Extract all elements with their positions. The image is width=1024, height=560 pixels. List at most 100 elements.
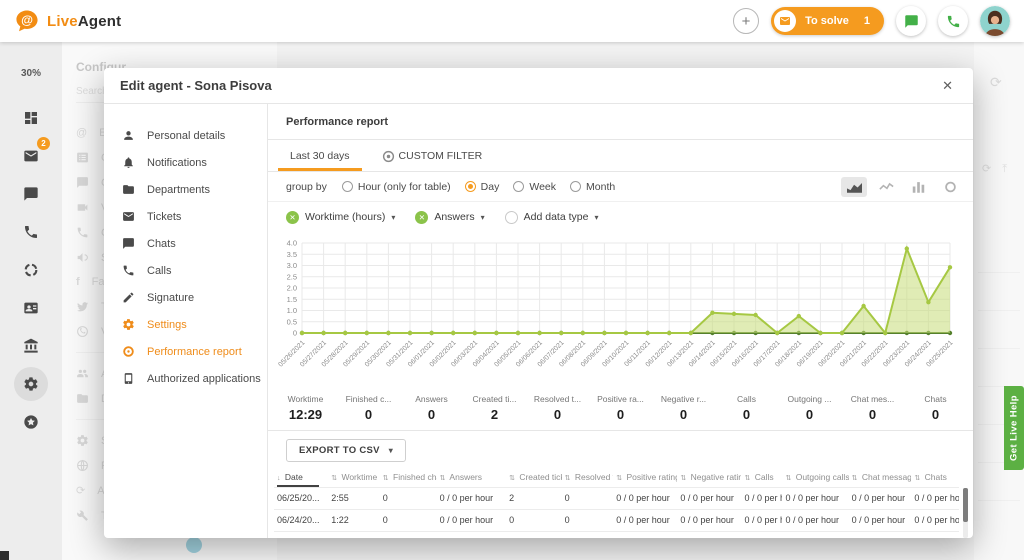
nav-item[interactable]: Signature — [104, 284, 267, 311]
chevron-down-icon[interactable]: ▾ — [391, 213, 395, 222]
table-cell: 0 / 0 per hour — [437, 488, 506, 509]
sidebar-item-gamification[interactable] — [14, 405, 48, 439]
radio-icon — [513, 181, 524, 192]
donut-chart-icon[interactable] — [937, 177, 963, 197]
liveagent-logo[interactable]: @ LiveAgent — [14, 8, 121, 34]
sidebar-item-billing[interactable] — [14, 329, 48, 363]
group-by-radio[interactable]: Day — [465, 181, 500, 193]
get-live-help-button[interactable]: Get Live Help — [1004, 386, 1024, 470]
sidebar-item-dashboard[interactable] — [14, 101, 48, 135]
table-column-header[interactable]: ⇅ ↓ Date — [274, 468, 328, 487]
remove-series-icon[interactable]: ✕ — [415, 211, 428, 224]
sidebar-item-calls[interactable] — [14, 215, 48, 249]
stat-item: Calls 0 — [715, 394, 778, 422]
table-cell: 2:55 — [328, 488, 380, 509]
svg-text:2.5: 2.5 — [287, 272, 297, 281]
table-cell: 0 — [380, 488, 437, 509]
table-cell: 0 — [562, 532, 614, 538]
stat-item: Negative r... 0 — [652, 394, 715, 422]
table-cell: 0 / 0 per hour — [911, 532, 959, 538]
table-column-header[interactable]: ⇅ ↓ Answers — [437, 468, 506, 487]
nav-item[interactable]: Calls — [104, 257, 267, 284]
table-cell: 0 / 0 per hour — [741, 510, 782, 531]
table-column-header[interactable]: ⇅ ↓ Worktime — [328, 468, 380, 487]
report-tab[interactable]: Last 30 days — [274, 140, 366, 171]
sort-icon: ⇅ — [914, 475, 920, 482]
svg-text:3.5: 3.5 — [287, 250, 297, 259]
table-column-header[interactable]: ⇅ ↓ Resolved ticke — [562, 468, 614, 487]
chevron-down-icon[interactable]: ▾ — [481, 213, 485, 222]
summary-stats-row: Worktime 12:29 Finished c... 0 Answers 0 — [268, 388, 973, 431]
nav-item[interactable]: Notifications — [104, 149, 267, 176]
sidebar-item-configuration[interactable] — [14, 367, 48, 401]
dashboard-grid-icon — [23, 110, 39, 126]
create-new-button[interactable]: + — [733, 8, 759, 34]
svg-text:@: @ — [21, 13, 33, 27]
series-chip[interactable]: ✕ Worktime (hours) ▾ — [286, 211, 395, 224]
chat-widget-corner — [0, 551, 9, 560]
table-scrollbar-thumb[interactable] — [963, 488, 968, 522]
phone-button[interactable] — [938, 6, 968, 36]
table-cell: 0 / 0 per hour — [741, 488, 782, 509]
phone-icon — [946, 14, 961, 29]
table-column-header[interactable]: ⇅ ↓ Finished chats — [380, 468, 437, 487]
sidebar-item-customers[interactable] — [14, 291, 48, 325]
stat-item: Positive ra... 0 — [589, 394, 652, 422]
nav-item[interactable]: Performance report — [104, 338, 267, 365]
nav-item[interactable]: Settings — [104, 311, 267, 338]
sort-icon: ⇅ — [440, 475, 446, 482]
table-header-row: ⇅ ↓ Date ⇅ ↓ Worktime ⇅ ↓ — [274, 468, 959, 487]
svg-text:0: 0 — [293, 329, 297, 338]
gauge-icon — [122, 345, 135, 358]
nav-item[interactable]: Tickets — [104, 203, 267, 230]
sort-icon: ⇅ — [680, 475, 686, 482]
group-by-radio[interactable]: Month — [570, 181, 615, 193]
group-by-radio[interactable]: Week — [513, 181, 556, 193]
table-cell: 0 / 0 per hour — [677, 488, 741, 509]
table-column-header[interactable]: ⇅ ↓ Created tickets — [506, 468, 562, 487]
nav-item[interactable]: Authorized applications — [104, 365, 267, 392]
nav-item[interactable]: Personal details — [104, 122, 267, 149]
sidebar-item-tickets[interactable]: 2 — [14, 139, 48, 173]
table-column-header[interactable]: ⇅ ↓ Negative rating — [677, 468, 741, 487]
chat-button[interactable] — [896, 6, 926, 36]
gear-icon — [23, 376, 39, 392]
series-chip[interactable]: ✕ Answers ▾ — [415, 211, 484, 224]
to-solve-count-badge: 1 — [858, 15, 870, 27]
export-to-csv-button[interactable]: EXPORT TO CSV ▾ — [286, 439, 406, 462]
remove-series-icon[interactable]: ✕ — [286, 211, 299, 224]
table-column-header[interactable]: ⇅ ↓ Chat message — [849, 468, 912, 487]
table-column-header[interactable]: ⇅ ↓ Chats — [911, 468, 959, 487]
table-cell: 0 — [562, 510, 614, 531]
to-solve-button[interactable]: To solve 1 — [771, 7, 884, 35]
nav-item[interactable]: Chats — [104, 230, 267, 257]
table-cell: 0 / 0 per hour — [613, 532, 677, 538]
sort-icon: ⇅ — [616, 475, 622, 482]
remove-series-icon[interactable] — [505, 211, 518, 224]
table-cell: 0 / 0 per hour — [911, 510, 959, 531]
chat-bubble-icon — [23, 186, 39, 202]
close-icon[interactable]: ✕ — [938, 76, 957, 96]
area-chart-icon[interactable] — [841, 177, 867, 197]
chevron-down-icon[interactable]: ▾ — [594, 213, 598, 222]
table-cell: 0 / 0 per hour — [677, 510, 741, 531]
performance-chart: 00.51.01.52.02.53.03.54.005/26/202105/27… — [268, 232, 973, 388]
sidebar-item-chats[interactable] — [14, 177, 48, 211]
table-column-header[interactable]: ⇅ ↓ Outgoing calls — [782, 468, 848, 487]
bar-chart-icon[interactable] — [905, 177, 931, 197]
nav-item[interactable]: Departments — [104, 176, 267, 203]
gear-icon — [122, 318, 135, 331]
table-cell: 0 / 0 per hour — [782, 532, 848, 538]
person-icon — [122, 129, 135, 142]
table-column-header[interactable]: ⇅ ↓ Positive rating — [613, 468, 677, 487]
line-chart-icon[interactable] — [873, 177, 899, 197]
table-cell: 2 — [506, 488, 562, 509]
bell-icon — [122, 156, 135, 169]
section-title: Performance report — [268, 104, 973, 140]
sidebar-item-automation[interactable] — [14, 253, 48, 287]
group-by-radio[interactable]: Hour (only for table) — [342, 181, 451, 193]
report-tab[interactable]: CUSTOM FILTER — [366, 140, 499, 171]
user-avatar[interactable] — [980, 6, 1010, 36]
table-column-header[interactable]: ⇅ ↓ Calls — [741, 468, 782, 487]
series-chip[interactable]: Add data type ▾ — [505, 211, 599, 224]
